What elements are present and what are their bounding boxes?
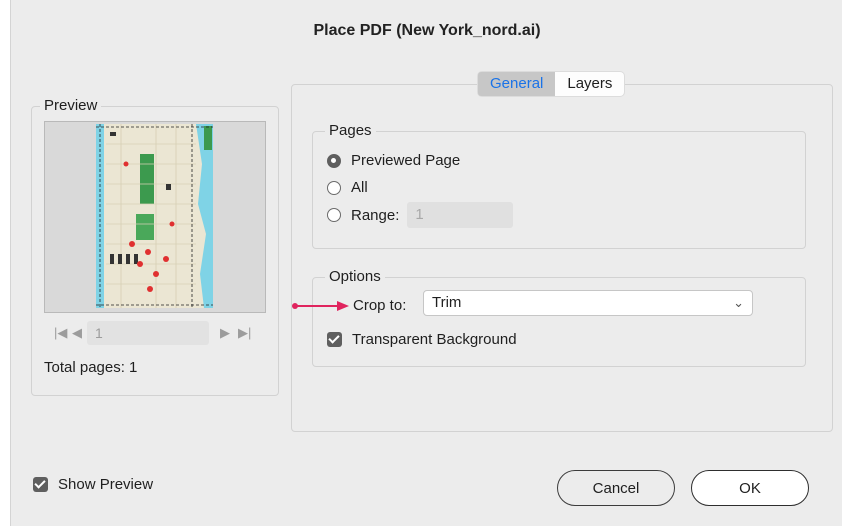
radio-range[interactable]: Range: 1 [327,202,514,228]
transparent-background-checkbox[interactable] [327,332,342,347]
cancel-button[interactable]: Cancel [557,470,675,506]
annotation-arrow-icon [292,301,349,311]
page-navigation: |◀ ◀ 1 ▶ ▶| [50,321,260,347]
prev-page-icon[interactable]: ◀ [72,325,82,341]
options-legend: Options [325,268,385,286]
crop-to-label: Crop to: [353,297,407,314]
chevron-down-icon: ⌄ [733,295,744,310]
crop-to-value: Trim [432,294,462,311]
dialog-title: Place PDF (New York_nord.ai) [313,22,541,39]
options-panel: General Layers Pages Previewed Page All … [291,72,833,432]
radio-all-button[interactable] [327,180,341,195]
show-preview-label: Show Preview [58,476,154,493]
show-preview-checkbox[interactable] [33,477,48,492]
show-preview-row[interactable]: Show Preview [33,476,153,493]
transparent-background-checkbox-row[interactable]: Transparent Background [327,331,517,348]
tab-general[interactable]: General [478,72,556,96]
place-pdf-dialog: Place PDF (New York_nord.ai) Preview |◀ … [10,0,842,526]
next-page-icon[interactable]: ▶ [220,325,230,341]
radio-all[interactable]: All [327,179,368,196]
radio-range-button[interactable] [327,208,341,222]
page-number-field[interactable]: 1 [87,321,209,345]
crop-to-select[interactable]: Trim ⌄ [423,290,753,316]
radio-previewed-page[interactable]: Previewed Page [327,152,460,169]
total-pages-label: Total pages: 1 [44,359,138,376]
preview-group: Preview |◀ ◀ 1 ▶ ▶| Total pages: 1 [31,97,279,396]
preview-thumbnail-frame [44,121,266,313]
map-preview-thumbnail [96,124,213,308]
radio-range-label: Range: [351,206,400,224]
last-page-icon[interactable]: ▶| [238,325,251,341]
transparent-background-label: Transparent Background [352,331,517,348]
first-page-icon[interactable]: |◀ [54,325,67,341]
radio-all-label: All [351,179,368,196]
preview-legend: Preview [40,97,102,115]
range-input[interactable]: 1 [407,202,514,228]
tab-bar: General Layers [478,72,625,96]
radio-previewed-page-button[interactable] [327,153,341,168]
radio-previewed-page-label: Previewed Page [351,152,461,169]
pages-group: Pages Previewed Page All Range: 1 [312,122,806,249]
pages-legend: Pages [325,122,376,140]
ok-button[interactable]: OK [691,470,809,506]
tab-layers[interactable]: Layers [555,72,624,96]
